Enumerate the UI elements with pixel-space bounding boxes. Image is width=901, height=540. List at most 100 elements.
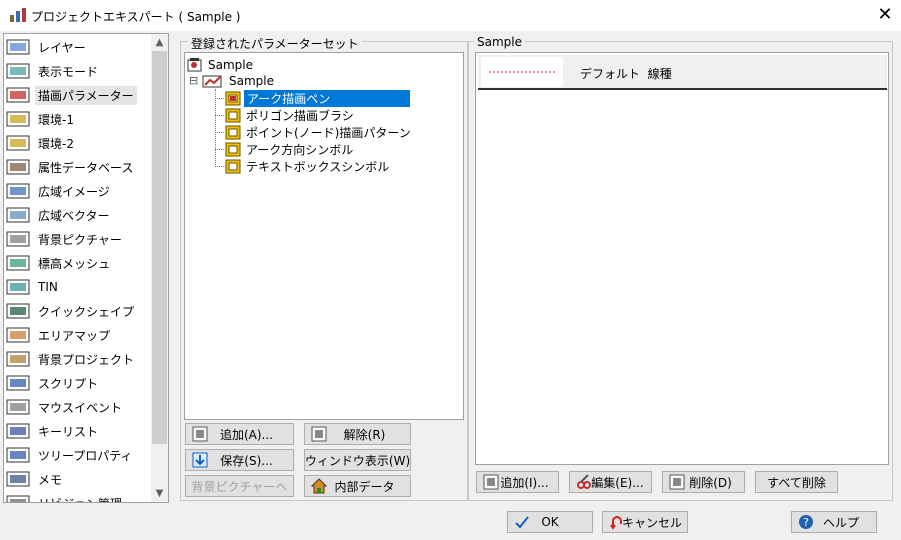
remove-icon <box>311 426 327 442</box>
close-button[interactable]: ✕ <box>872 4 898 26</box>
category-nav[interactable]: レイヤー 表示モード 描画パラメーター 環境-1 環境-2 属性データベース 広… <box>3 33 169 503</box>
edit-line-button[interactable]: 編集(E)... <box>569 471 652 493</box>
collapse-icon[interactable]: ⊟ <box>189 74 200 87</box>
nav-item[interactable]: キーリスト <box>4 420 154 442</box>
tree-item-label: ポリゴン描画ブラシ <box>246 109 354 123</box>
tree-connector <box>215 98 224 99</box>
dialog-footer <box>0 503 901 540</box>
delete-line-button-label: 削除(D) <box>689 475 732 490</box>
nav-item[interactable]: リビジョン管理 <box>4 492 154 503</box>
area-map-icon <box>6 327 30 343</box>
bg-picture-button-label: 背景ピクチャーへ <box>191 479 288 494</box>
help-button[interactable]: ? ヘルプ <box>791 511 877 533</box>
internal-data-button[interactable]: 内部データ <box>304 475 411 497</box>
tree-item[interactable]: ポリゴン描画ブラシ <box>225 107 356 124</box>
help-label: ヘルプ <box>822 515 859 530</box>
nav-item[interactable]: マウスイベント <box>4 396 154 418</box>
tree-child[interactable]: ⊟ Sample <box>189 72 276 89</box>
nav-item[interactable]: 属性データベース <box>4 156 154 178</box>
parameter-file-icon <box>225 125 241 140</box>
add-icon <box>192 426 208 442</box>
display-mode-icon <box>6 63 30 79</box>
line-sample <box>481 57 563 87</box>
tree-item[interactable]: テキストボックスシンボル <box>225 158 391 175</box>
save-set-button[interactable]: 保存(S)... <box>185 449 294 471</box>
nav-item[interactable]: 背景プロジェクト <box>4 348 154 370</box>
nav-item-label: 背景ピクチャー <box>38 232 122 247</box>
nav-item-label: スクリプト <box>38 376 99 391</box>
param-set-tree[interactable]: Sample ⊟ Sample アーク描画ペン ポリゴン描画ブラシ ポイント(ノ… <box>184 52 464 420</box>
nav-item[interactable]: 表示モード <box>4 60 154 82</box>
window-view-button[interactable]: ウィンドウ表示(W) <box>304 449 411 471</box>
nav-item-label: レイヤー <box>38 40 86 55</box>
parameter-set-icon <box>187 58 202 72</box>
tree-connector <box>215 149 224 150</box>
scroll-up-icon[interactable]: ▲ <box>151 34 168 51</box>
scroll-thumb[interactable] <box>152 51 167 444</box>
nav-item[interactable]: クイックシェイプ <box>4 300 154 322</box>
nav-item-label: 属性データベース <box>38 160 134 175</box>
tree-item-label: アーク描画ペン <box>244 90 410 107</box>
nav-item-label: 広域イメージ <box>38 184 110 199</box>
nav-item[interactable]: 描画パラメーター <box>4 84 154 106</box>
line-preview <box>489 71 557 73</box>
ok-label: OK <box>541 515 559 529</box>
nav-item-label: 背景プロジェクト <box>38 352 135 367</box>
edit-line-button-label: 編集(E)... <box>591 475 644 490</box>
remove-set-button[interactable]: 解除(R) <box>304 423 411 445</box>
param-sets-title: 登録されたパラメーターセット <box>188 35 362 52</box>
delete-all-button-label: すべて削除 <box>767 475 826 490</box>
tree-root-label: Sample <box>208 57 253 72</box>
parameter-file-icon <box>225 142 241 157</box>
scroll-down-icon[interactable]: ▼ <box>151 485 168 502</box>
nav-item[interactable]: メモ <box>4 468 154 490</box>
nav-item-label: メモ <box>38 472 63 487</box>
line-type-list[interactable]: デフォルト 線種 <box>475 52 889 465</box>
nav-item-label: 描画パラメーター <box>35 85 137 105</box>
nav-item-label: エリアマップ <box>38 328 111 343</box>
draw-params-icon <box>202 75 222 88</box>
svg-text:?: ? <box>803 516 809 529</box>
nav-item-label: マウスイベント <box>38 400 123 415</box>
nav-item[interactable]: スクリプト <box>4 372 154 394</box>
nav-item[interactable]: 環境-1 <box>4 108 154 130</box>
parameter-file-icon <box>225 91 241 106</box>
nav-item[interactable]: TIN <box>4 276 154 298</box>
nav-item[interactable]: 広域イメージ <box>4 180 154 202</box>
add-icon <box>483 474 499 490</box>
tree-item[interactable]: ポイント(ノード)描画パターン <box>225 124 413 141</box>
tin-icon <box>6 279 30 295</box>
ok-button[interactable]: OK <box>507 511 593 533</box>
window-title: プロジェクトエキスパート ( Sample ) <box>31 10 241 24</box>
bg-picture-button[interactable]: 背景ピクチャーへ <box>185 475 294 497</box>
nav-item[interactable]: 背景ピクチャー <box>4 228 154 250</box>
nav-item[interactable]: 広域ベクター <box>4 204 154 226</box>
add-line-button[interactable]: 追加(I)... <box>476 471 559 493</box>
tree-property-icon <box>6 447 30 463</box>
tree-item[interactable]: アーク方向シンボル <box>225 141 355 158</box>
tree-connector <box>215 115 224 116</box>
check-icon <box>515 516 529 529</box>
nav-item[interactable]: ツリープロパティ <box>4 444 154 466</box>
draw-params-icon <box>6 87 30 103</box>
line-type-row[interactable]: デフォルト 線種 <box>478 54 887 90</box>
nav-item[interactable]: 標高メッシュ <box>4 252 154 274</box>
tree-root[interactable]: Sample <box>187 56 255 73</box>
nav-item-label: 環境-2 <box>38 136 74 151</box>
environment-icon <box>6 111 30 127</box>
tree-item-label: アーク方向シンボル <box>246 143 354 157</box>
save-set-button-label: 保存(S)... <box>220 453 273 468</box>
nav-item-label: ツリープロパティ <box>38 448 133 463</box>
nav-scrollbar[interactable]: ▲ ▼ <box>151 34 168 502</box>
nav-item-label: リビジョン管理 <box>38 495 122 503</box>
delete-all-button[interactable]: すべて削除 <box>755 471 838 493</box>
layer-icon <box>6 39 30 55</box>
nav-item[interactable]: レイヤー <box>4 36 154 58</box>
add-set-button[interactable]: 追加(A)... <box>185 423 294 445</box>
parameter-file-icon <box>225 108 241 123</box>
nav-item[interactable]: 環境-2 <box>4 132 154 154</box>
tree-item[interactable]: アーク描画ペン <box>225 90 410 107</box>
nav-item[interactable]: エリアマップ <box>4 324 154 346</box>
delete-line-button[interactable]: 削除(D) <box>662 471 745 493</box>
cancel-button[interactable]: キャンセル <box>602 511 688 533</box>
